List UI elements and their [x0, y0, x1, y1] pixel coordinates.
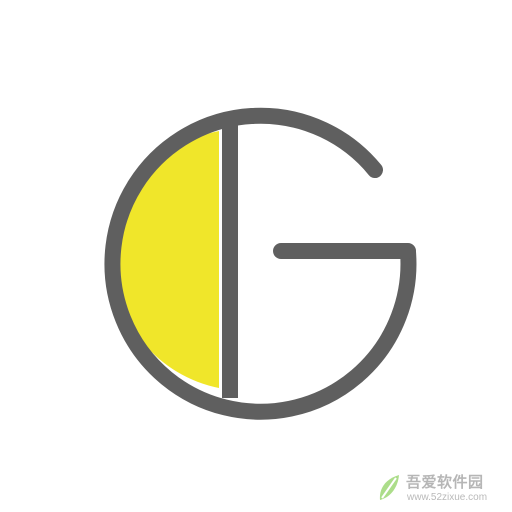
leaf-icon	[379, 475, 399, 500]
g-logo	[104, 107, 417, 420]
watermark-title: 吾爱软件园	[406, 473, 484, 491]
watermark: 吾爱软件园 www.52zixue.com	[374, 470, 506, 508]
yellow-half-fill	[113, 131, 219, 388]
logo-canvas: 吾爱软件园 www.52zixue.com	[0, 0, 512, 512]
watermark-url: www.52zixue.com	[407, 492, 488, 503]
